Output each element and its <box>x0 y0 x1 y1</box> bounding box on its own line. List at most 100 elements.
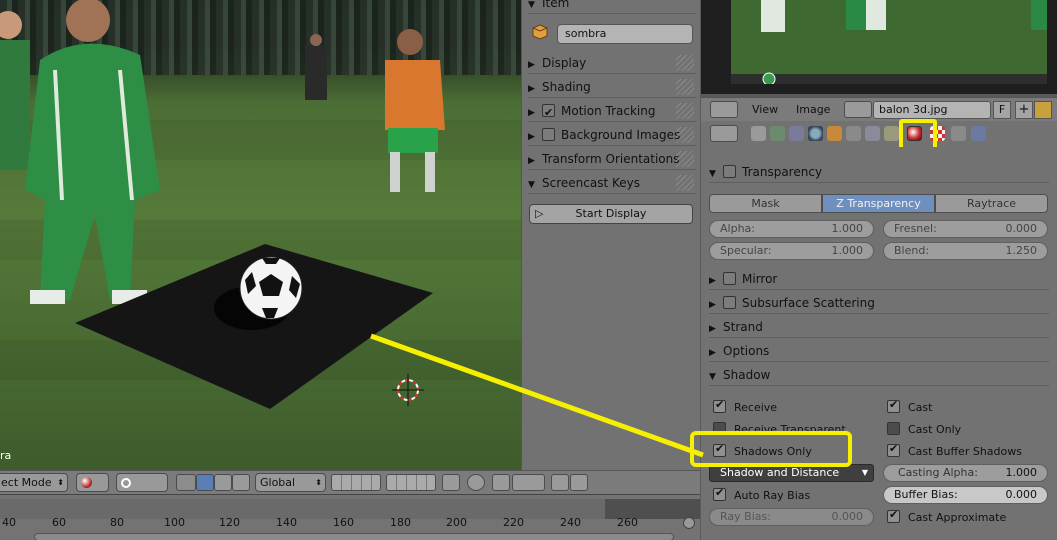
cast-only-checkbox-row[interactable]: Cast Only <box>887 422 961 437</box>
cast-only-checkbox[interactable] <box>887 422 900 435</box>
3d-viewport[interactable]: ra <box>0 0 521 470</box>
expand-triangle-icon: ▶ <box>528 60 535 70</box>
dropdown-arrow-icon: ▼ <box>861 468 868 477</box>
auto-ray-bias-checkbox[interactable] <box>713 486 726 501</box>
snap-element-select[interactable] <box>512 474 545 491</box>
display-panel-header[interactable]: ▶ Display <box>528 52 696 74</box>
strand-panel-header[interactable]: ▶ Strand <box>709 316 1049 338</box>
proportional-edit-icon[interactable] <box>467 474 485 491</box>
physics-tab-icon[interactable] <box>971 126 986 141</box>
mode-select[interactable]: ect Mode ⬍ <box>0 473 68 492</box>
background-images-panel-header[interactable]: ▶ Background Images <box>528 124 696 146</box>
drag-grip-icon[interactable] <box>676 79 694 95</box>
modifiers-tab-wrench-icon[interactable] <box>865 126 880 141</box>
render-layers-tab-icon[interactable] <box>770 126 785 141</box>
background-images-checkbox[interactable] <box>542 128 555 141</box>
mirror-checkbox[interactable] <box>723 272 736 285</box>
collapse-triangle-icon: ▼ <box>528 180 535 190</box>
viewport-shading-select[interactable] <box>76 473 109 492</box>
fresnel-field[interactable]: Fresnel: 0.000 <box>883 220 1048 238</box>
timeline-tick: 220 <box>503 516 524 529</box>
rotate-manipulator-icon[interactable] <box>214 474 232 491</box>
buffer-bias-field[interactable]: Buffer Bias: 0.000 <box>883 486 1048 504</box>
render-camera-icon[interactable] <box>551 474 569 491</box>
image-menu[interactable]: Image <box>796 103 830 116</box>
timeline-scrollbar[interactable] <box>34 533 674 540</box>
panel-label: Options <box>723 344 770 358</box>
3d-cursor-icon[interactable] <box>392 374 424 406</box>
cast-approximate-checkbox[interactable] <box>887 508 900 523</box>
timeline-tick: 120 <box>219 516 240 529</box>
cast-checkbox-row[interactable]: Cast <box>887 398 932 415</box>
blend-field[interactable]: Blend: 1.250 <box>883 242 1048 260</box>
orientation-select[interactable]: Global ⬍ <box>255 473 326 492</box>
constraints-tab-icon[interactable] <box>846 126 861 141</box>
casting-alpha-field[interactable]: Casting Alpha: 1.000 <box>883 464 1048 482</box>
render-tab-camera-icon[interactable] <box>751 126 766 141</box>
layer-buttons-left[interactable] <box>331 474 381 491</box>
soccer-ball[interactable] <box>239 256 303 320</box>
timeline[interactable]: 40 60 80 100 120 140 160 180 200 220 240… <box>0 494 700 540</box>
screencast-keys-panel-header[interactable]: ▼ Screencast Keys <box>528 172 696 194</box>
transparency-checkbox[interactable] <box>723 165 736 178</box>
drag-grip-icon[interactable] <box>676 55 694 71</box>
alpha-field[interactable]: Alpha: 1.000 <box>709 220 874 238</box>
scene-tab-icon[interactable] <box>789 126 804 141</box>
transparency-raytrace-option[interactable]: Raytrace <box>935 194 1048 213</box>
field-label: Fresnel: <box>894 222 937 235</box>
auto-ray-bias-checkbox-row[interactable]: Auto Ray Bias <box>713 486 810 503</box>
snap-toggle-icon[interactable] <box>492 474 510 491</box>
world-tab-icon[interactable] <box>808 126 823 141</box>
receive-checkbox-row[interactable]: Receive <box>713 398 777 415</box>
mirror-panel-header[interactable]: ▶ Mirror <box>709 268 1049 290</box>
timeline-scroll-handle[interactable] <box>683 517 695 529</box>
cast-checkbox[interactable] <box>887 398 900 413</box>
properties-editor-type-select[interactable] <box>710 125 738 142</box>
fake-user-button[interactable]: F <box>993 101 1011 119</box>
cast-buffer-shadows-checkbox-row[interactable]: Cast Buffer Shadows <box>887 442 1022 459</box>
image-name-field[interactable]: balon 3d.jpg <box>873 101 991 119</box>
particles-tab-icon[interactable] <box>951 126 966 141</box>
scale-manipulator-icon[interactable] <box>232 474 250 491</box>
expand-triangle-icon: ▶ <box>709 324 716 334</box>
object-name-field[interactable]: sombra <box>557 24 693 44</box>
shading-panel-header[interactable]: ▶ Shading <box>528 76 696 98</box>
editor-type-select[interactable] <box>710 101 738 118</box>
transparency-panel-header[interactable]: ▼ Transparency <box>709 161 1049 183</box>
cast-approximate-checkbox-row[interactable]: Cast Approximate <box>887 508 1006 525</box>
transparency-z-option[interactable]: Z Transparency <box>822 194 935 213</box>
specular-field[interactable]: Specular: 1.000 <box>709 242 874 260</box>
manipulator-toggle-icon[interactable] <box>176 474 196 491</box>
image-browse-icon[interactable] <box>844 101 872 118</box>
view-menu[interactable]: View <box>752 103 778 116</box>
layer-buttons-right[interactable] <box>386 474 436 491</box>
image-editor-canvas[interactable] <box>701 0 1057 94</box>
shadow-panel-header[interactable]: ▼ Shadow <box>709 364 1049 386</box>
item-panel-label: Item <box>542 0 570 10</box>
object-data-tab-icon[interactable] <box>884 126 899 141</box>
pivot-select[interactable] <box>116 473 168 492</box>
sss-panel-header[interactable]: ▶ Subsurface Scattering <box>709 292 1049 314</box>
item-panel-header[interactable]: ▼ Item <box>528 0 696 14</box>
ray-bias-field[interactable]: Ray Bias: 0.000 <box>709 508 874 526</box>
drag-grip-icon[interactable] <box>676 103 694 119</box>
sss-checkbox[interactable] <box>723 296 736 309</box>
new-image-plus-icon[interactable]: + <box>1015 101 1033 119</box>
drag-grip-icon[interactable] <box>676 151 694 167</box>
motion-tracking-checkbox[interactable] <box>542 102 555 124</box>
cast-buffer-shadows-checkbox[interactable] <box>887 442 900 457</box>
motion-tracking-panel-header[interactable]: ▶ Motion Tracking <box>528 100 696 124</box>
options-panel-header[interactable]: ▶ Options <box>709 340 1049 362</box>
open-folder-icon[interactable] <box>1034 101 1052 119</box>
layer-lock-icon[interactable] <box>442 474 460 491</box>
receive-checkbox[interactable] <box>713 398 726 413</box>
field-label: Casting Alpha: <box>898 466 978 479</box>
object-tab-icon[interactable] <box>827 126 842 141</box>
translate-manipulator-icon[interactable] <box>196 474 214 491</box>
transparency-mask-option[interactable]: Mask <box>709 194 822 213</box>
drag-grip-icon[interactable] <box>676 127 694 143</box>
drag-grip-icon[interactable] <box>676 175 694 191</box>
render-clapper-icon[interactable] <box>570 474 588 491</box>
transform-orientations-panel-header[interactable]: ▶ Transform Orientations <box>528 148 696 170</box>
start-display-button[interactable]: ▷ Start Display <box>529 204 693 224</box>
